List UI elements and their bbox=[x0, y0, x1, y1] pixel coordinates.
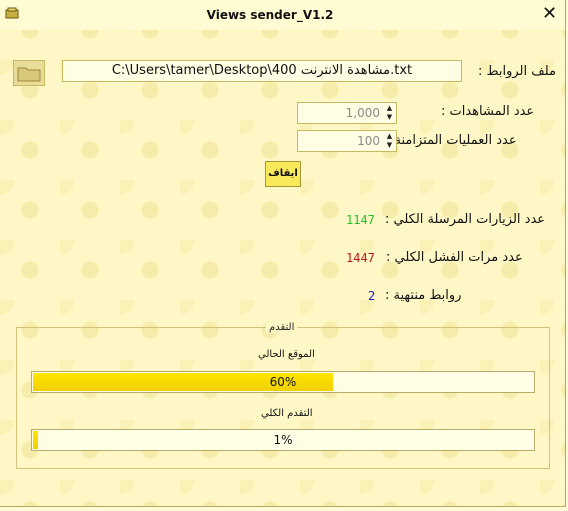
title-bar[interactable]: Views sender_V1.2 ✕ bbox=[0, 0, 565, 30]
window-title: Views sender_V1.2 bbox=[206, 8, 334, 22]
views-value: 1,000 bbox=[345, 106, 380, 120]
finished-links-label: روابط منتهية : bbox=[385, 288, 462, 303]
overall-progress-label: التقدم الكلي bbox=[261, 408, 313, 419]
links-file-label: ملف الروابط : bbox=[478, 64, 556, 79]
total-failed-value: 1447 bbox=[346, 251, 375, 265]
views-label: عدد المشاهدات : bbox=[441, 104, 535, 119]
concurrent-spinner[interactable]: 100 ▲ ▼ bbox=[297, 130, 397, 152]
app-window: Views sender_V1.2 ✕ ملف الروابط : C:\Use… bbox=[0, 0, 566, 507]
concurrent-value: 100 bbox=[357, 134, 380, 148]
concurrent-label: عدد العمليات المتزامنة : bbox=[386, 133, 517, 148]
close-icon[interactable]: ✕ bbox=[542, 3, 557, 24]
views-spinner[interactable]: 1,000 ▲ ▼ bbox=[297, 102, 397, 124]
spin-down-icon[interactable]: ▼ bbox=[384, 113, 395, 122]
progress-group-title: التقدم bbox=[266, 322, 298, 333]
current-site-progress-text: 60% bbox=[269, 375, 297, 389]
views-spinner-arrows[interactable]: ▲ ▼ bbox=[384, 104, 395, 122]
current-site-progress-bar: 60% bbox=[31, 371, 535, 393]
spin-down-icon[interactable]: ▼ bbox=[384, 141, 395, 150]
overall-progress-bar: 1% bbox=[31, 429, 535, 451]
current-site-label: الموقع الحالي bbox=[258, 349, 315, 360]
spin-up-icon[interactable]: ▲ bbox=[384, 104, 395, 113]
total-sent-value: 1147 bbox=[346, 213, 375, 227]
total-sent-label: عدد الزيارات المرسلة الكلي : bbox=[385, 212, 546, 227]
spin-up-icon[interactable]: ▲ bbox=[384, 132, 395, 141]
browse-folder-button[interactable] bbox=[13, 60, 45, 86]
overall-progress-text: 1% bbox=[273, 433, 293, 447]
finished-links-value: 2 bbox=[368, 289, 376, 303]
stop-button[interactable]: ايقاف bbox=[265, 161, 301, 187]
folder-icon bbox=[17, 67, 41, 82]
total-failed-label: عدد مرات الفشل الكلي : bbox=[386, 250, 523, 265]
concurrent-spinner-arrows[interactable]: ▲ ▼ bbox=[384, 132, 395, 150]
links-file-path-field[interactable]: C:\Users\tamer\Desktop\400 مشاهدة الانتر… bbox=[62, 60, 462, 82]
